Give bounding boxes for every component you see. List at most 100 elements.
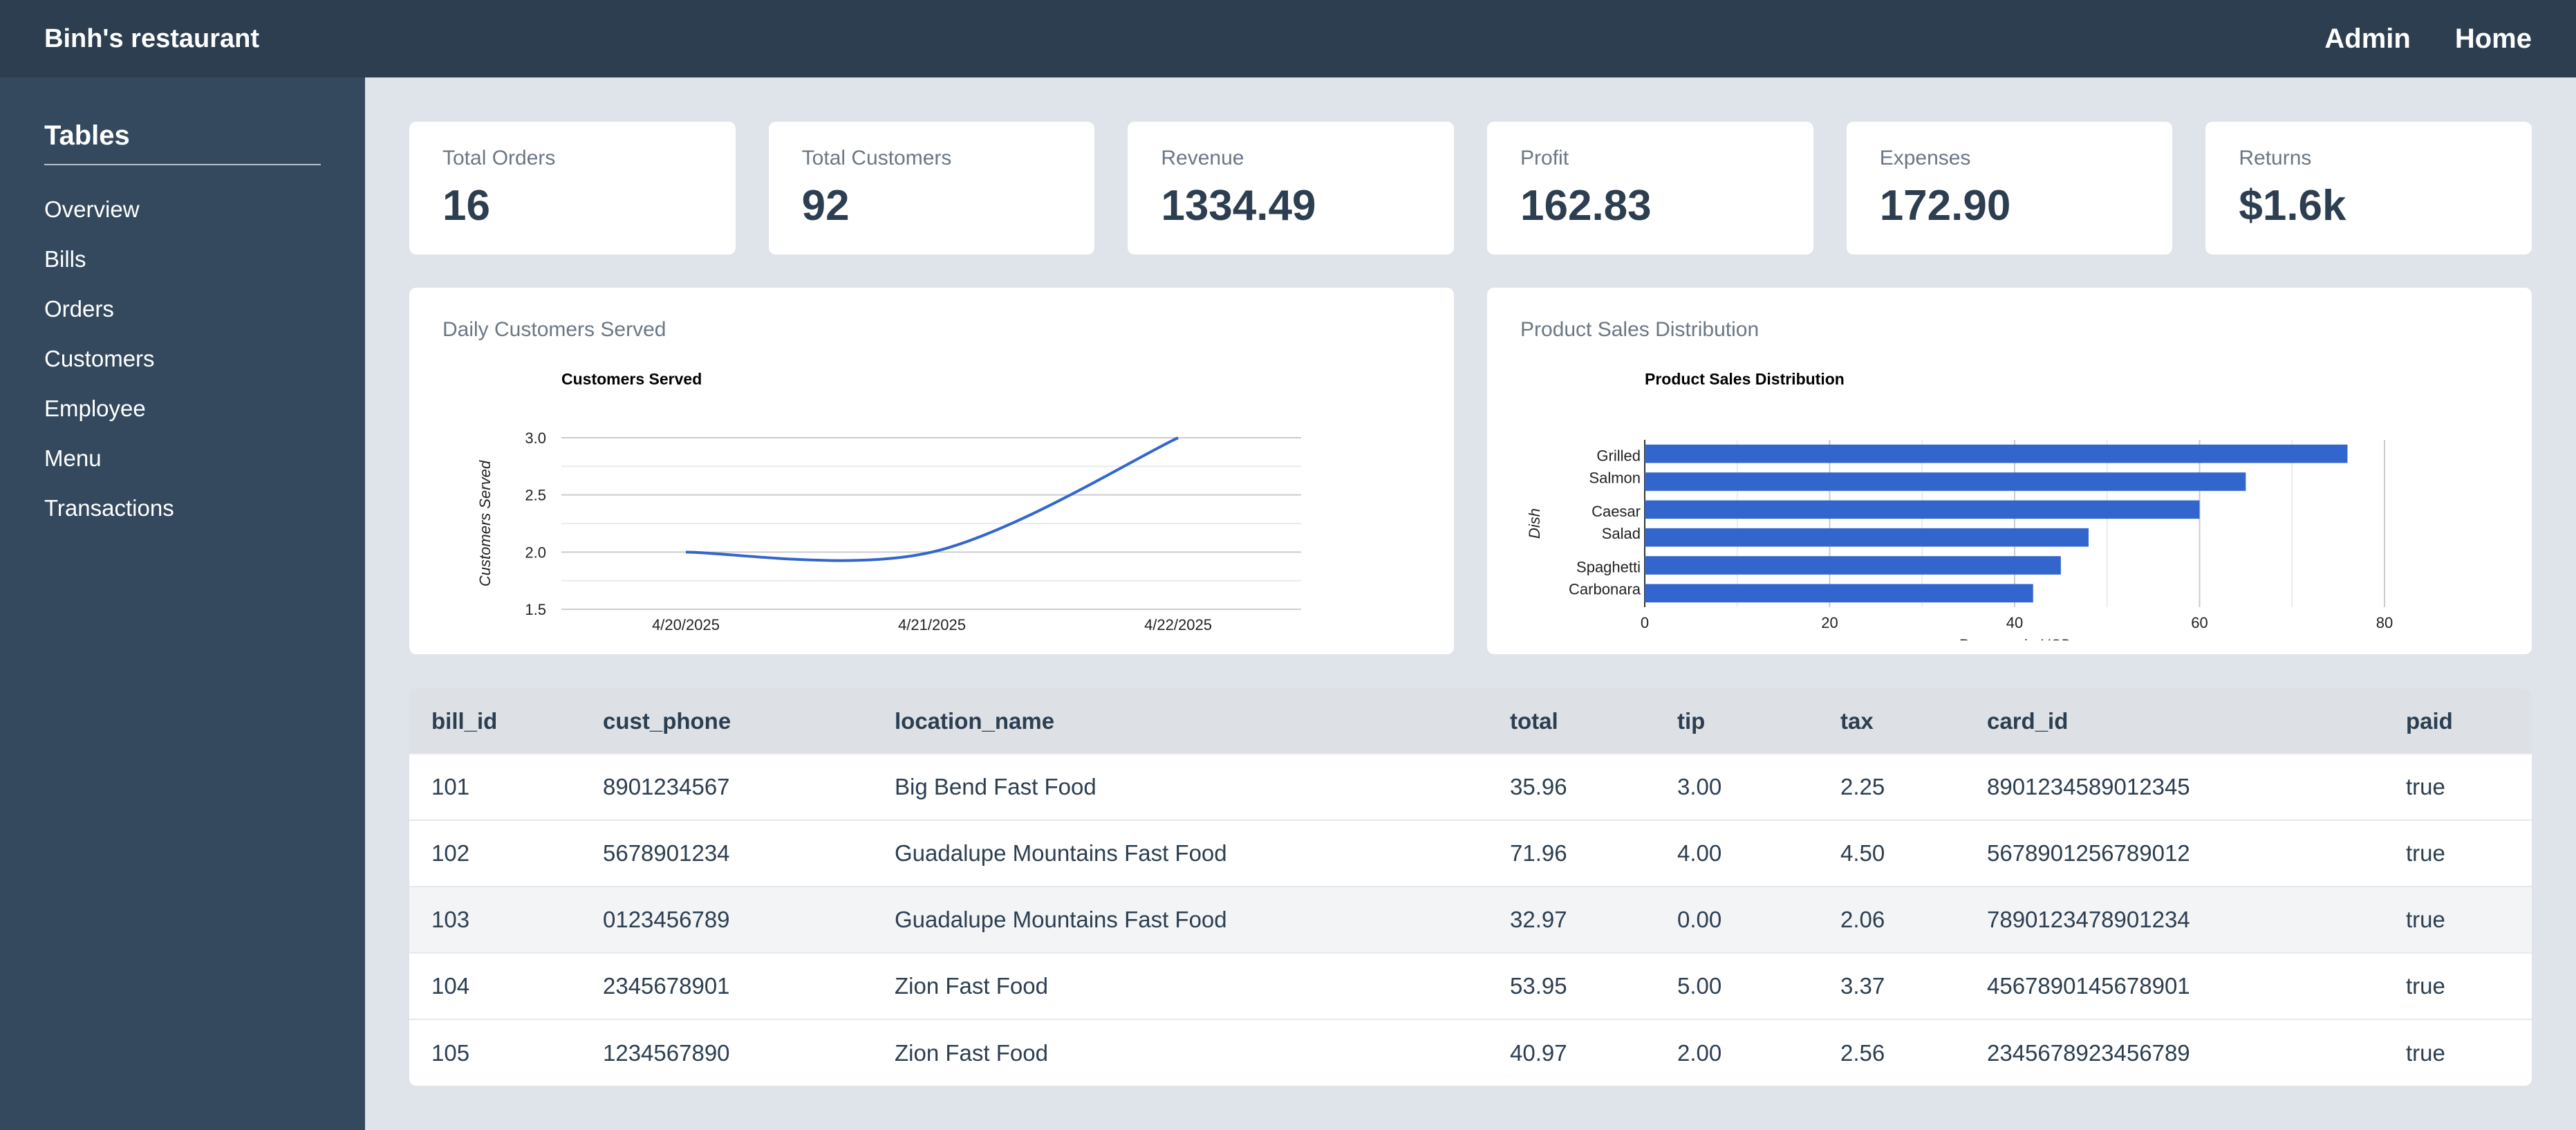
cell-total: 40.97 xyxy=(1488,1019,1655,1086)
nav-admin-link[interactable]: Admin xyxy=(2324,24,2410,55)
card-title: Daily Customers Served xyxy=(442,318,666,341)
cell-tax: 2.25 xyxy=(1818,753,1965,820)
card-title: Product Sales Distribution xyxy=(1520,318,1760,341)
x-tick-label: 60 xyxy=(2191,614,2208,631)
cell-tax: 2.56 xyxy=(1818,1019,1965,1086)
cell-location-name: Guadalupe Mountains Fast Food xyxy=(872,819,1488,887)
kpi-card-total-customers: Total Customers 92 xyxy=(768,122,1095,254)
cell-bill-id: 105 xyxy=(409,1019,581,1086)
sidebar-item-orders[interactable]: Orders xyxy=(44,290,321,340)
customers-chart-card: Daily Customers Served Customers Served 1… xyxy=(409,288,1454,654)
column-header-paid[interactable]: paid xyxy=(2384,689,2532,754)
sidebar-item-overview[interactable]: Overview xyxy=(44,190,321,240)
cell-paid: true xyxy=(2384,886,2532,953)
kpi-label: Revenue xyxy=(1161,147,1244,169)
chart-title: Customers Served xyxy=(561,370,702,388)
column-header-tax[interactable]: tax xyxy=(1818,689,1965,754)
kpi-label: Returns xyxy=(2239,147,2312,169)
series-line xyxy=(685,436,1179,562)
cell-cust-phone: 2345678901 xyxy=(581,952,872,1019)
column-header-tip[interactable]: tip xyxy=(1655,689,1818,754)
cell-bill-id: 102 xyxy=(409,819,581,887)
column-header-total[interactable]: total xyxy=(1488,689,1655,754)
bills-table: bill_id cust_phone location_name total tip ta… xyxy=(409,689,2532,1086)
cell-cust-phone: 0123456789 xyxy=(581,886,872,953)
cell-tax: 3.37 xyxy=(1818,952,1965,1019)
sidebar: Tables Overview Bills Orders Customers E… xyxy=(0,77,365,1130)
y-axis-label: Dish xyxy=(1526,508,1543,539)
cell-tax: 4.50 xyxy=(1818,819,1965,887)
kpi-row: Total Orders 16 Total Customers 92 Reven… xyxy=(409,122,2532,254)
cell-tax: 2.06 xyxy=(1818,886,1965,953)
table-row[interactable]: 105 1234567890 Zion Fast Food 40.97 2.00 2.56… xyxy=(409,1019,2532,1086)
table-row[interactable]: 104 2345678901 Zion Fast Food 53.95 5.00 3.37… xyxy=(409,952,2532,1019)
top-nav: Admin Home xyxy=(2324,24,2532,55)
y-axis-label: Customers Served xyxy=(476,460,494,586)
kpi-card-expenses: Expenses 172.90 xyxy=(1846,122,2173,254)
sidebar-item-bills[interactable]: Bills xyxy=(44,240,321,290)
x-tick-label: 0 xyxy=(1641,614,1649,631)
bills-table-container: bill_id cust_phone location_name total tip ta… xyxy=(409,689,2532,1086)
customers-line-chart: Customers Served 1.5 2.0 2.5 3.0 4/20/2025 4/2… xyxy=(476,370,1301,640)
bar xyxy=(1645,444,2348,463)
cell-location-name: Guadalupe Mountains Fast Food xyxy=(872,886,1488,953)
kpi-card-profit: Profit 162.83 xyxy=(1487,122,1813,254)
column-header-cust-phone[interactable]: cust_phone xyxy=(581,689,872,754)
table-header-row: bill_id cust_phone location_name total tip ta… xyxy=(409,689,2532,754)
cell-bill-id: 104 xyxy=(409,952,581,1019)
cell-total: 71.96 xyxy=(1488,819,1655,887)
cell-paid: true xyxy=(2384,819,2532,887)
kpi-value: 16 xyxy=(442,182,490,230)
cell-tip: 3.00 xyxy=(1655,753,1818,820)
sales-bar-chart: Product Sales Distribution 0 20 40 60 80 Reven… xyxy=(1526,370,2393,640)
column-header-card-id[interactable]: card_id xyxy=(1965,689,2384,754)
cell-location-name: Zion Fast Food xyxy=(872,952,1488,1019)
table-row[interactable]: 103 0123456789 Guadalupe Mountains Fast Fo… xyxy=(409,886,2532,953)
sidebar-item-menu[interactable]: Menu xyxy=(44,439,321,489)
sidebar-item-customers[interactable]: Customers xyxy=(44,340,321,389)
kpi-value: 92 xyxy=(801,182,850,230)
kpi-card-total-orders: Total Orders 16 xyxy=(409,122,736,254)
table-row[interactable]: 102 5678901234 Guadalupe Mountains Fast Fo… xyxy=(409,819,2532,887)
y-tick-label: Salad xyxy=(1602,525,1641,542)
x-tick-label: 4/22/2025 xyxy=(1144,616,1212,633)
cell-card-id: 7890123478901234 xyxy=(1965,886,2384,953)
main-content: Total Orders 16 Total Customers 92 Reven… xyxy=(409,122,2532,1086)
bar xyxy=(1645,584,2033,603)
kpi-card-revenue: Revenue 1334.49 xyxy=(1128,122,1455,254)
cell-total: 32.97 xyxy=(1488,886,1655,953)
y-tick-label: 2.0 xyxy=(525,544,546,561)
x-axis-label: Revenue in USD xyxy=(1958,636,2071,640)
cell-card-id: 2345678923456789 xyxy=(1965,1019,2384,1086)
y-tick-label: Salmon xyxy=(1589,469,1641,486)
column-header-location-name[interactable]: location_name xyxy=(872,689,1488,754)
cell-cust-phone: 1234567890 xyxy=(581,1019,872,1086)
cell-total: 35.96 xyxy=(1488,753,1655,820)
y-tick-label: 2.5 xyxy=(525,487,546,504)
table-row[interactable]: 101 8901234567 Big Bend Fast Food 35.96 3.00… xyxy=(409,753,2532,820)
sidebar-item-employee[interactable]: Employee xyxy=(44,389,321,439)
chart-title: Product Sales Distribution xyxy=(1645,370,1845,388)
sidebar-menu: Overview Bills Orders Customers Employee… xyxy=(44,190,321,539)
bar xyxy=(1645,472,2246,491)
cell-location-name: Big Bend Fast Food xyxy=(872,753,1488,820)
sidebar-title: Tables xyxy=(44,120,321,165)
cell-location-name: Zion Fast Food xyxy=(872,1019,1488,1086)
cell-card-id: 5678901256789012 xyxy=(1965,819,2384,887)
brand-title[interactable]: Binh's restaurant xyxy=(44,24,259,54)
column-header-bill-id[interactable]: bill_id xyxy=(409,689,581,754)
kpi-value: $1.6k xyxy=(2239,182,2346,230)
kpi-label: Expenses xyxy=(1879,147,1971,169)
kpi-value: 162.83 xyxy=(1520,182,1652,230)
kpi-label: Total Orders xyxy=(442,147,556,169)
kpi-card-returns: Returns $1.6k xyxy=(2205,122,2532,254)
kpi-value: 172.90 xyxy=(1879,182,2011,230)
kpi-label: Total Customers xyxy=(801,147,952,169)
top-bar: Binh's restaurant Admin Home xyxy=(0,0,2576,77)
kpi-label: Profit xyxy=(1520,147,1569,169)
nav-home-link[interactable]: Home xyxy=(2455,24,2532,55)
bar xyxy=(1645,500,2200,519)
sidebar-item-transactions[interactable]: Transactions xyxy=(44,489,321,539)
y-tick-label: Caesar xyxy=(1592,503,1641,520)
x-tick-label: 4/21/2025 xyxy=(898,616,966,633)
